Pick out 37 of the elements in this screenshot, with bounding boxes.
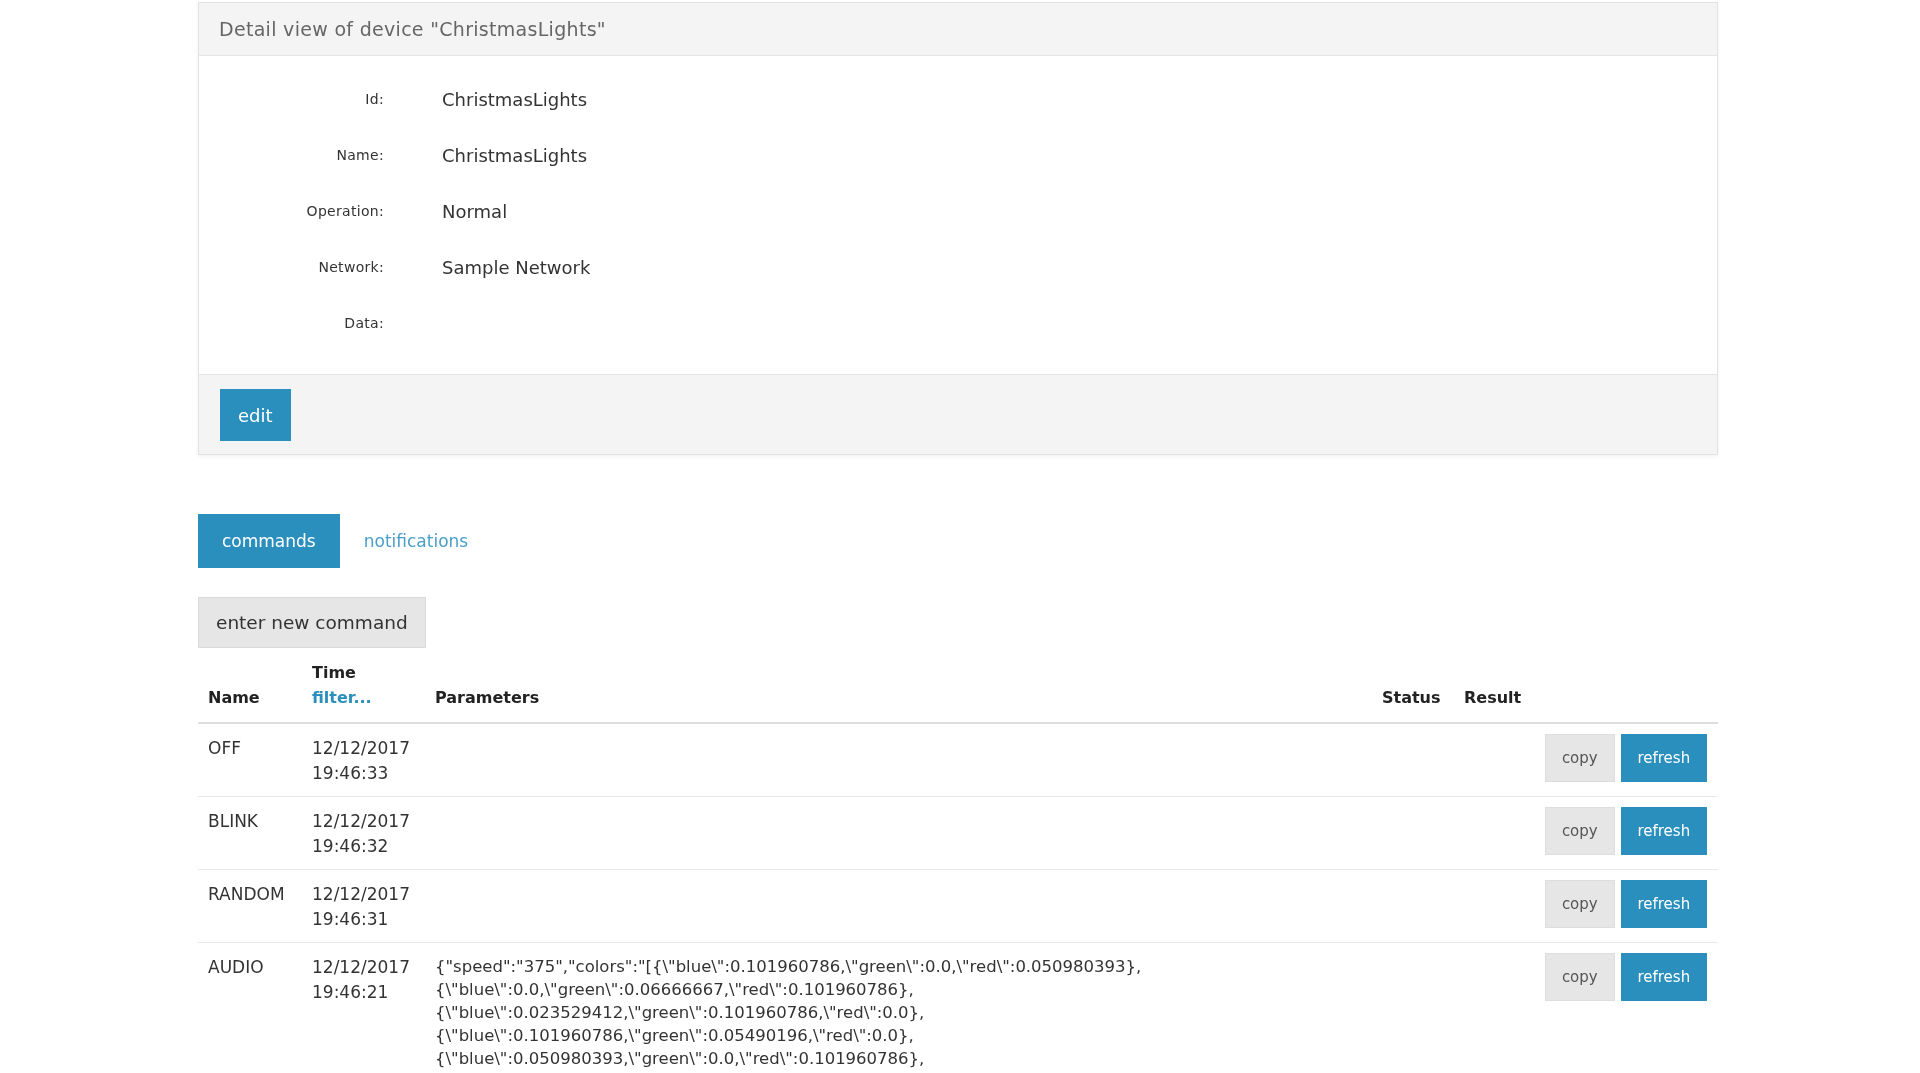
copy-button[interactable]: copy bbox=[1545, 807, 1615, 855]
table-cell: RANDOM bbox=[208, 884, 285, 904]
tab[interactable]: commands bbox=[198, 514, 340, 568]
table-cell-text: {"speed":"375","colors":"[{\"blue\":0.101960786,\"green\":0.0,\"red\":0.050980393}, {\"blue\":0.0,\"green\":0.06666667,\"red\":0.101960786}, {\"blue\":0.023529412,\"green\":0.101960786,\"red\":0.0}, {\"blue\":0.101960786,\"green\":0.05490196,\"red\":0.0}, {\"blue\":0.050980393,\"green\":0.0,\"red\":0.101960786}, bbox=[435, 956, 1143, 1070]
table-cell: BLINK bbox=[208, 811, 258, 831]
new-command-button[interactable]: enter new command bbox=[198, 597, 426, 648]
column-header: Result bbox=[1464, 688, 1522, 707]
copy-button[interactable]: copy bbox=[1545, 734, 1615, 782]
field-value: ChristmasLights bbox=[442, 144, 588, 166]
field-label: Operation: bbox=[306, 203, 384, 219]
table-cell: 12/12/2017 19:46:32 bbox=[312, 811, 410, 856]
refresh-button[interactable]: refresh bbox=[1620, 807, 1707, 855]
refresh-button[interactable]: refresh bbox=[1620, 734, 1707, 782]
field-label: Data: bbox=[344, 315, 384, 331]
copy-button[interactable]: copy bbox=[1545, 953, 1615, 1001]
table-cell: 12/12/2017 19:46:31 bbox=[312, 884, 410, 929]
table-cell: 12/12/2017 19:46:21 bbox=[312, 957, 410, 1002]
field-label: Id: bbox=[365, 91, 384, 107]
filter-link[interactable]: filter... bbox=[312, 685, 372, 710]
refresh-button[interactable]: refresh bbox=[1620, 953, 1707, 1001]
refresh-button[interactable]: refresh bbox=[1620, 880, 1707, 928]
column-header: Time bbox=[312, 662, 356, 684]
tab[interactable]: notifications bbox=[339, 514, 493, 568]
copy-button[interactable]: copy bbox=[1545, 880, 1615, 928]
field-value: Normal bbox=[442, 200, 508, 222]
table-cell: AUDIO bbox=[208, 957, 264, 977]
column-header: Parameters bbox=[435, 688, 540, 707]
table-cell: 12/12/2017 19:46:33 bbox=[312, 738, 410, 783]
table-cell: OFF bbox=[208, 738, 241, 758]
field-label: Name: bbox=[336, 147, 384, 163]
column-header: Name bbox=[208, 688, 260, 707]
field-value: Sample Network bbox=[442, 256, 591, 278]
field-value: ChristmasLights bbox=[442, 88, 588, 110]
column-header: Status bbox=[1382, 688, 1441, 707]
panel-title: Detail view of device "ChristmasLights" bbox=[199, 3, 1717, 56]
field-label: Network: bbox=[318, 259, 384, 275]
edit-button[interactable]: edit bbox=[220, 389, 291, 441]
